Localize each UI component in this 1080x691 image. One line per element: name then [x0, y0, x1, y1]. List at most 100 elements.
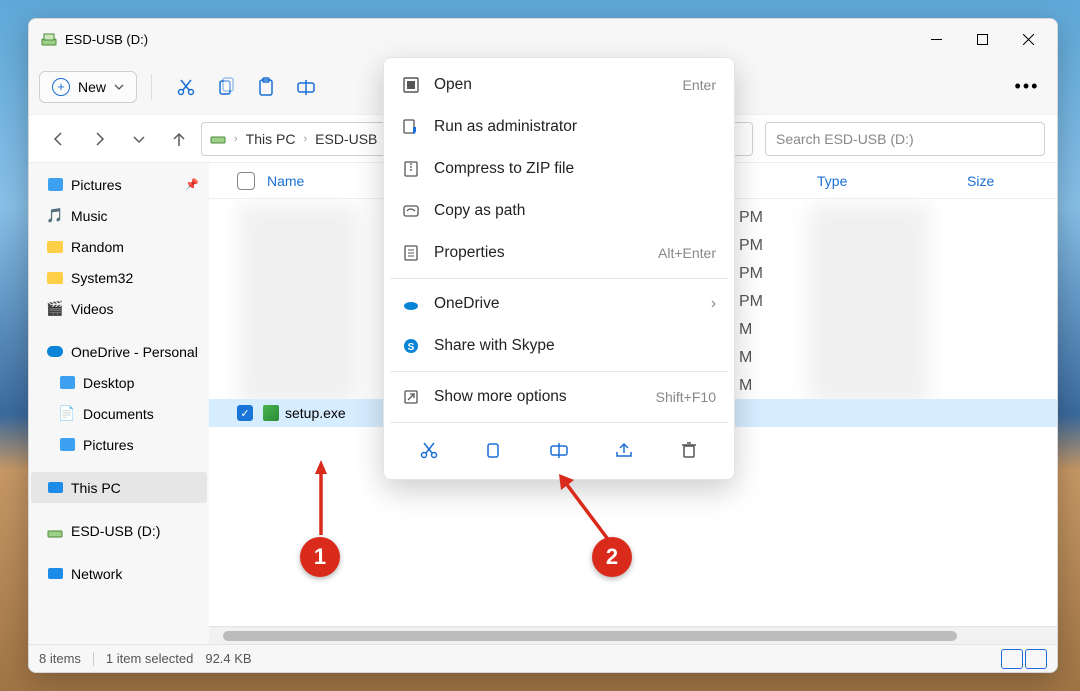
row-checkbox[interactable] — [237, 405, 253, 421]
drive-icon — [47, 523, 63, 539]
annotation-badge-2: 2 — [592, 537, 632, 577]
sidebar-item-desktop[interactable]: Desktop — [31, 367, 207, 398]
pc-icon — [47, 480, 63, 496]
context-menu: Open Enter Run as administrator Compress… — [383, 57, 735, 480]
ctx-copy-path[interactable]: Copy as path — [390, 190, 728, 232]
ctx-onedrive[interactable]: OneDrive › — [390, 283, 728, 325]
new-button-label: New — [78, 79, 106, 95]
shield-icon — [402, 118, 420, 136]
chevron-right-icon: › — [234, 133, 238, 145]
icons-view-button[interactable] — [1025, 649, 1047, 669]
sidebar-item-thispc[interactable]: This PC — [31, 472, 207, 503]
svg-text:S: S — [408, 342, 415, 353]
toolbar-separator — [151, 74, 152, 100]
up-button[interactable] — [161, 121, 197, 157]
sidebar-item-documents[interactable]: 📄Documents — [31, 398, 207, 429]
obscured-area — [239, 205, 359, 405]
status-items: 8 items — [39, 651, 81, 666]
cut-button[interactable] — [166, 67, 206, 107]
skype-icon: S — [402, 337, 420, 355]
sidebar-item-pictures[interactable]: Pictures📌 — [31, 169, 207, 200]
ctx-compress-zip[interactable]: Compress to ZIP file — [390, 148, 728, 190]
ctx-separator — [390, 278, 728, 279]
column-type[interactable]: Type — [817, 173, 967, 189]
status-size: 92.4 KB — [205, 651, 251, 666]
window-title: ESD-USB (D:) — [65, 32, 913, 47]
maximize-button[interactable] — [959, 19, 1005, 59]
breadcrumb-current[interactable]: ESD-USB — [315, 131, 377, 147]
date-col-fragment: PM PM PM PM M M M — [739, 209, 909, 405]
ctx-separator — [390, 371, 728, 372]
sidebar-item-videos[interactable]: 🎬Videos — [31, 293, 207, 324]
ctx-run-as-admin[interactable]: Run as administrator — [390, 106, 728, 148]
annotation-badge-1: 1 — [300, 537, 340, 577]
breadcrumb-root[interactable]: This PC — [246, 131, 296, 147]
sidebar-item-pictures2[interactable]: Pictures — [31, 429, 207, 460]
zip-icon — [402, 160, 420, 178]
select-all-checkbox[interactable] — [237, 172, 255, 190]
history-dropdown[interactable] — [121, 121, 157, 157]
chevron-down-icon — [114, 82, 124, 92]
ctx-share-skype[interactable]: S Share with Skype — [390, 325, 728, 367]
sidebar-item-onedrive[interactable]: OneDrive - Personal — [31, 336, 207, 367]
ctx-copy-button[interactable] — [474, 432, 514, 468]
chevron-right-icon: › — [711, 295, 716, 313]
chevron-right-icon: › — [303, 133, 307, 145]
ctx-quick-actions — [390, 427, 728, 473]
window-controls — [913, 19, 1051, 59]
rename-button[interactable] — [286, 67, 326, 107]
pictures-icon — [59, 437, 75, 453]
ctx-separator — [390, 422, 728, 423]
properties-icon — [402, 244, 420, 262]
pin-icon: 📌 — [185, 178, 199, 191]
back-button[interactable] — [41, 121, 77, 157]
sidebar-item-network[interactable]: Network — [31, 558, 207, 589]
ctx-properties[interactable]: Properties Alt+Enter — [390, 232, 728, 274]
titlebar: ESD-USB (D:) — [29, 19, 1057, 59]
exe-icon — [263, 405, 279, 421]
forward-button[interactable] — [81, 121, 117, 157]
close-button[interactable] — [1005, 19, 1051, 59]
paste-button[interactable] — [246, 67, 286, 107]
sidebar-item-music[interactable]: 🎵Music — [31, 200, 207, 231]
folder-icon — [47, 270, 63, 286]
onedrive-icon — [402, 295, 420, 313]
ctx-cut-button[interactable] — [409, 432, 449, 468]
sidebar-item-random[interactable]: Random — [31, 231, 207, 262]
video-icon: 🎬 — [47, 301, 63, 317]
drive-icon — [210, 129, 226, 148]
file-name: setup.exe — [285, 405, 346, 421]
layout-buttons — [1001, 649, 1047, 669]
sidebar-item-esdusb[interactable]: ESD-USB (D:) — [31, 515, 207, 546]
copy-button[interactable] — [206, 67, 246, 107]
copy-path-icon — [402, 202, 420, 220]
ctx-rename-button[interactable] — [539, 432, 579, 468]
network-icon — [47, 566, 63, 582]
status-bar: 8 items 1 item selected 92.4 KB — [29, 644, 1057, 672]
folder-icon — [47, 239, 63, 255]
sidebar: Pictures📌 🎵Music Random System32 🎬Videos… — [29, 163, 209, 644]
new-button[interactable]: + New — [39, 71, 137, 103]
ctx-delete-button[interactable] — [669, 432, 709, 468]
plus-icon: + — [52, 78, 70, 96]
minimize-button[interactable] — [913, 19, 959, 59]
open-icon — [402, 76, 420, 94]
drive-icon — [41, 31, 57, 47]
cloud-icon — [47, 344, 63, 360]
desktop-icon — [59, 375, 75, 391]
ctx-open[interactable]: Open Enter — [390, 64, 728, 106]
annotation-arrow-1 — [306, 460, 336, 540]
document-icon: 📄 — [59, 406, 75, 422]
horizontal-scrollbar[interactable] — [209, 626, 1057, 644]
search-input[interactable]: Search ESD-USB (D:) — [765, 122, 1045, 156]
search-placeholder: Search ESD-USB (D:) — [776, 131, 914, 147]
status-selected: 1 item selected — [106, 651, 193, 666]
ctx-show-more[interactable]: Show more options Shift+F10 — [390, 376, 728, 418]
more-button[interactable]: ••• — [1007, 67, 1047, 107]
more-options-icon — [402, 388, 420, 406]
sidebar-item-system32[interactable]: System32 — [31, 262, 207, 293]
music-icon: 🎵 — [47, 208, 63, 224]
column-size[interactable]: Size — [967, 173, 994, 189]
details-view-button[interactable] — [1001, 649, 1023, 669]
ctx-share-button[interactable] — [604, 432, 644, 468]
